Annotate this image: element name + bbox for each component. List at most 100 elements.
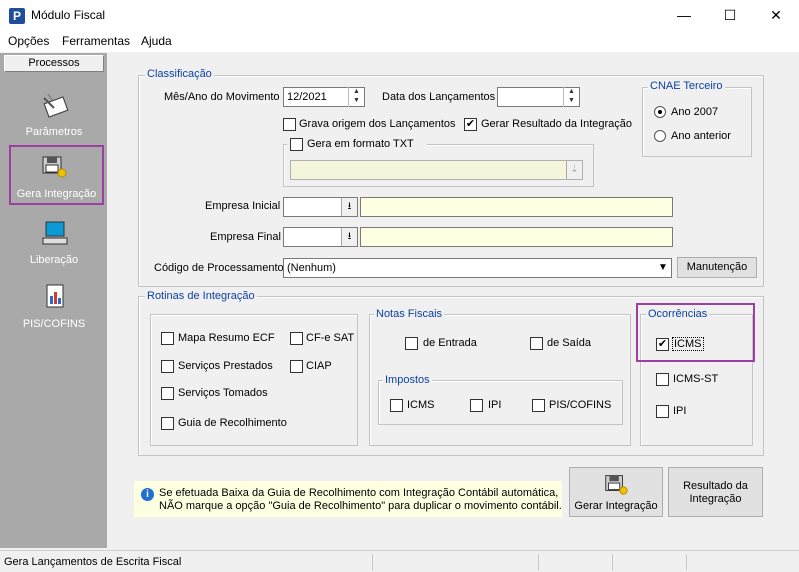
gerar-integracao-label: Gerar Integração — [574, 500, 658, 512]
entrada-checkbox[interactable] — [405, 337, 418, 350]
imposto-pis-cofins-checkbox[interactable] — [532, 399, 545, 412]
status-separator — [686, 554, 687, 570]
radio-ano-anterior[interactable] — [654, 130, 666, 142]
cnae-group — [642, 87, 752, 157]
ocorrencia-ipi-label: IPI — [673, 405, 687, 417]
ocorrencia-ipi-checkbox[interactable] — [656, 405, 669, 418]
codigo-proc-label: Código de Processamento — [154, 262, 284, 274]
computer-release-icon — [42, 221, 68, 245]
mes-ano-spinner[interactable]: ▲ ▼ — [348, 87, 364, 107]
nav-gera-integracao[interactable]: Gera Integração — [9, 145, 104, 205]
classificacao-legend: Classificação — [145, 68, 214, 80]
chevron-down-icon[interactable]: ▼ — [655, 259, 671, 277]
nav-pis-cofins[interactable]: PIS/COFINS — [4, 276, 104, 336]
gerar-resultado-checkbox[interactable]: ✔ — [464, 118, 477, 131]
notas-legend: Notas Fiscais — [374, 308, 445, 320]
process-header: Processos — [4, 55, 104, 72]
rotinas-legend: Rotinas de Integração — [145, 290, 257, 302]
nav-gera-integracao-label: Gera Integração — [16, 188, 97, 200]
codigo-proc-select[interactable]: (Nenhum) — [283, 258, 672, 278]
menu-opcoes[interactable]: Opções — [8, 34, 49, 48]
resultado-line-1: Resultado da — [683, 480, 748, 492]
parameters-icon — [43, 93, 69, 118]
nav-liberacao-label: Liberação — [29, 254, 79, 266]
txt-path-browse-icon[interactable]: ⇣ — [566, 161, 582, 179]
ocorrencia-icms-checkbox[interactable]: ✔ — [656, 338, 669, 351]
radio-ano-2007-label: Ano 2007 — [671, 106, 719, 118]
servicos-tomados-checkbox[interactable] — [161, 387, 174, 400]
imposto-ipi-label: IPI — [488, 399, 502, 411]
gera-txt-checkbox[interactable] — [290, 138, 303, 151]
servicos-prestados-label: Serviços Prestados — [178, 360, 273, 372]
servicos-tomados-label: Serviços Tomados — [178, 387, 268, 399]
status-separator — [538, 554, 539, 570]
imposto-icms-label: ICMS — [407, 399, 435, 411]
empresa-inicial-lookup-icon[interactable]: ⭳ — [341, 198, 357, 216]
cnae-legend: CNAE Terceiro — [648, 80, 725, 92]
mes-ano-value: 12/2021 — [287, 91, 327, 103]
window-title: Módulo Fiscal — [31, 8, 106, 22]
grava-origem-label: Grava origem dos Lançamentos — [299, 118, 456, 130]
app-icon: P — [9, 8, 25, 24]
ciap-checkbox[interactable] — [290, 360, 303, 373]
mapa-resumo-label: Mapa Resumo ECF — [178, 332, 275, 344]
ocorrencias-legend: Ocorrências — [646, 308, 710, 320]
radio-ano-2007[interactable] — [654, 106, 666, 118]
grava-origem-checkbox[interactable] — [283, 118, 296, 131]
info-icon: i — [141, 488, 154, 501]
ocorrencia-icms-label: ICMS — [672, 337, 704, 351]
status-separator — [372, 554, 373, 570]
check-icon: ✔ — [465, 118, 476, 130]
empresa-final-lookup-icon[interactable]: ⭳ — [341, 228, 357, 246]
spin-down-icon: ▼ — [353, 97, 360, 104]
radio-ano-anterior-label: Ano anterior — [671, 130, 731, 142]
imposto-icms-checkbox[interactable] — [390, 399, 403, 412]
saida-checkbox[interactable] — [530, 337, 543, 350]
imposto-ipi-checkbox[interactable] — [470, 399, 483, 412]
resultado-integracao-button[interactable]: Resultado da Integração — [668, 467, 763, 517]
nav-parametros-label: Parâmetros — [25, 126, 83, 138]
manutencao-button[interactable]: Manutenção — [677, 257, 757, 278]
spin-down-icon: ▼ — [568, 97, 575, 104]
mapa-resumo-checkbox[interactable] — [161, 332, 174, 345]
codigo-proc-value: (Nenhum) — [287, 262, 336, 274]
impostos-legend: Impostos — [383, 374, 432, 386]
servicos-prestados-checkbox[interactable] — [161, 360, 174, 373]
resultado-line-2: Integração — [689, 493, 742, 505]
status-text: Gera Lançamentos de Escrita Fiscal — [4, 556, 182, 568]
gera-txt-label: Gera em formato TXT — [307, 138, 414, 150]
empresa-inicial-name — [360, 197, 673, 217]
menu-ajuda[interactable]: Ajuda — [141, 34, 172, 48]
close-button[interactable]: ✕ — [753, 0, 799, 31]
ocorrencia-icms-st-label: ICMS-ST — [673, 373, 719, 385]
info-line-2: NÃO marque a opção "Guia de Recolhimento… — [159, 500, 562, 512]
ciap-label: CIAP — [306, 360, 332, 372]
floppy-integration-icon — [42, 156, 67, 178]
minimize-button[interactable]: — — [661, 0, 707, 31]
data-lanc-label: Data dos Lançamentos — [382, 91, 496, 103]
status-separator — [612, 554, 613, 570]
cfe-sat-label: CF-e SAT — [306, 332, 355, 344]
imposto-pis-cofins-label: PIS/COFINS — [549, 399, 612, 411]
empresa-final-label: Empresa Final — [210, 231, 281, 243]
txt-path-input[interactable] — [290, 160, 583, 180]
saida-label: de Saída — [547, 337, 592, 349]
nav-liberacao[interactable]: Liberação — [4, 212, 104, 272]
maximize-button[interactable]: ☐ — [707, 0, 753, 31]
data-lanc-spinner[interactable]: ▲ ▼ — [563, 87, 579, 107]
gerar-integracao-button[interactable]: Gerar Integração — [569, 467, 663, 517]
empresa-inicial-label: Empresa Inicial — [205, 200, 281, 212]
entrada-label: de Entrada — [423, 337, 477, 349]
document-chart-icon — [46, 284, 64, 308]
guia-recolhimento-checkbox[interactable] — [161, 417, 174, 430]
cfe-sat-checkbox[interactable] — [290, 332, 303, 345]
check-icon: ✔ — [657, 338, 668, 350]
ocorrencia-icms-st-checkbox[interactable] — [656, 373, 669, 386]
nav-parametros[interactable]: Parâmetros — [4, 84, 104, 144]
floppy-integration-icon — [605, 475, 628, 495]
guia-recolhimento-label: Guia de Recolhimento — [178, 417, 287, 429]
info-line-1: Se efetuada Baixa da Guia de Recolhiment… — [159, 487, 559, 499]
menu-ferramentas[interactable]: Ferramentas — [62, 34, 130, 48]
spin-up-icon: ▲ — [568, 88, 575, 95]
empresa-final-name — [360, 227, 673, 247]
